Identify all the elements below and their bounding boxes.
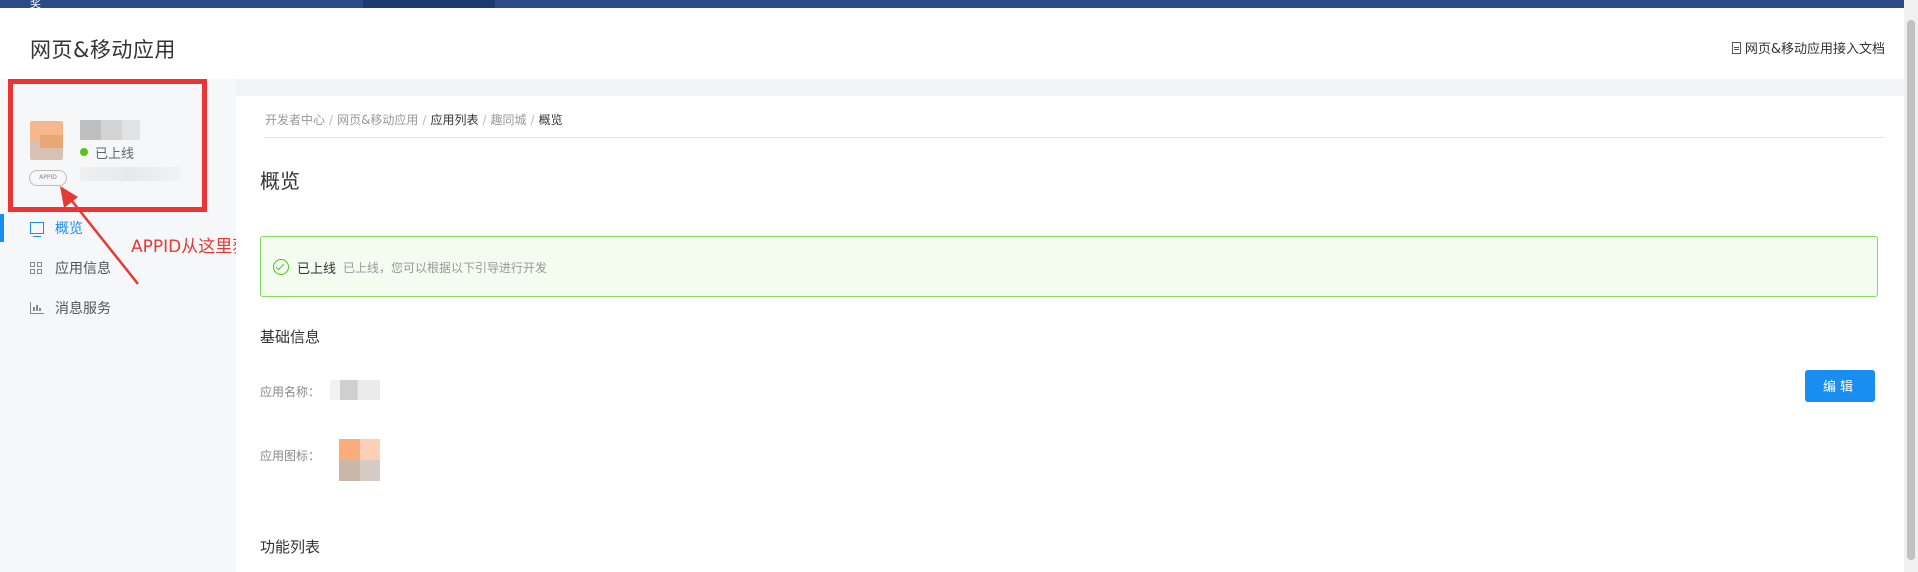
status-alert: 已上线 已上线，您可以根据以下引导进行开发 (260, 236, 1878, 297)
breadcrumb-current: 概览 (538, 113, 563, 127)
scrollbar-thumb[interactable] (1907, 20, 1915, 560)
alert-description: 已上线，您可以根据以下引导进行开发 (343, 261, 548, 275)
app-name-label: 应用名称： (260, 385, 321, 399)
active-indicator (0, 214, 4, 242)
check-circle-icon (273, 259, 289, 275)
sidebar-item-message-service[interactable]: 消息服务 (0, 294, 236, 322)
divider (265, 137, 1885, 138)
app-icon-label: 应用图标： (260, 449, 321, 463)
section-title: 概览 (260, 169, 300, 193)
doc-link[interactable]: 网页&移动应用接入文档 (1731, 38, 1885, 57)
chart-icon (30, 302, 44, 314)
breadcrumb-item[interactable]: 开发者中心 (265, 113, 325, 127)
appid-highlight-box (8, 79, 207, 212)
doc-link-label: 网页&移动应用接入文档 (1744, 42, 1885, 57)
breadcrumb-item[interactable]: 网页&移动应用 (337, 113, 418, 127)
breadcrumb-item[interactable]: 趣同城 (491, 113, 527, 127)
top-navbar: 奖 (0, 0, 1918, 10)
sidebar-item-label: 概览 (55, 221, 83, 237)
features-heading: 功能列表 (260, 538, 321, 556)
app-icon-image (339, 439, 380, 481)
alert-title: 已上线 (297, 262, 337, 277)
sidebar-item-label: 消息服务 (55, 301, 111, 317)
app-name-value-redacted (330, 380, 380, 400)
sidebar-item-label: 应用信息 (55, 261, 111, 277)
edit-button[interactable]: 编辑 (1805, 370, 1875, 402)
scrollbar[interactable] (1904, 0, 1918, 572)
basic-info-heading: 基础信息 (260, 328, 321, 346)
document-icon (1731, 41, 1741, 54)
page-header: 网页&移动应用 网页&移动应用接入文档 (0, 8, 1904, 79)
overview-icon (30, 222, 44, 237)
sidebar-item-app-info[interactable]: 应用信息 (0, 254, 236, 282)
page-title: 网页&移动应用 (30, 38, 176, 62)
content-card (236, 96, 1904, 572)
top-nav-active-tab[interactable] (363, 0, 495, 8)
breadcrumb: 开发者中心 / 网页&移动应用 / 应用列表 / 趣同城 / 概览 (265, 113, 563, 127)
grid-icon (30, 262, 44, 274)
breadcrumb-item[interactable]: 应用列表 (430, 113, 478, 127)
